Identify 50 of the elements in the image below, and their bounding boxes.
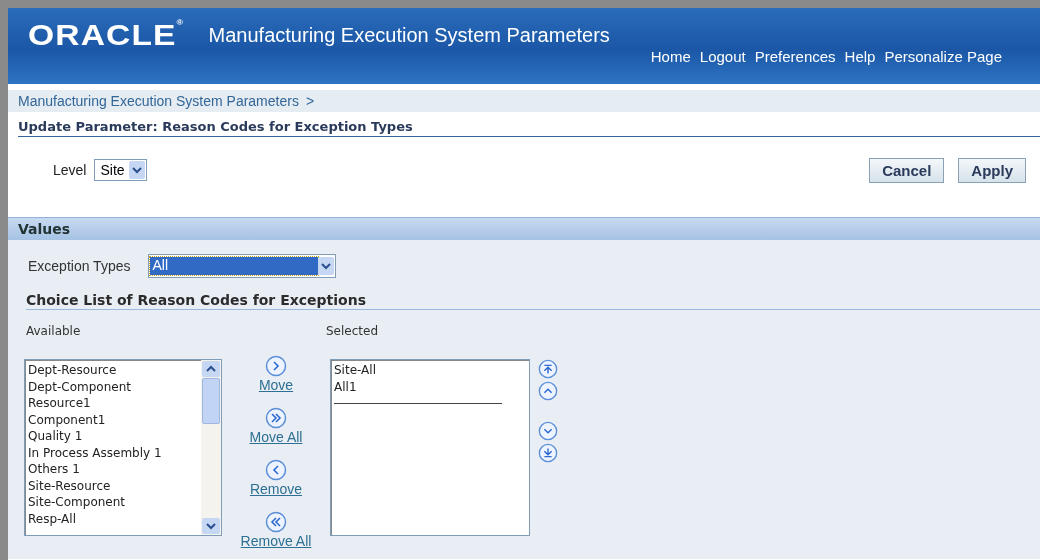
move-down-icon[interactable]	[538, 421, 558, 441]
global-link[interactable]: Help	[844, 48, 876, 65]
global-link[interactable]: Logout	[699, 48, 746, 65]
action-button[interactable]: Cancel	[869, 157, 945, 183]
exception-types-label: Exception Types	[28, 258, 131, 274]
global-link[interactable]: Home	[650, 48, 691, 65]
caret-icon	[131, 166, 142, 174]
breadcrumb-link[interactable]: Manufacturing Execution System Parameters	[18, 93, 299, 109]
scrollbar-thumb[interactable]	[202, 378, 220, 424]
level-label: Level	[53, 162, 87, 178]
scroll-down-icon[interactable]	[206, 522, 216, 530]
list-option[interactable]: Site-Component	[28, 494, 198, 511]
level-select[interactable]: Site	[94, 159, 147, 181]
exception-types-select[interactable]: All	[148, 254, 337, 278]
available-list[interactable]: Dept-Resource Dept-Component Resource1 Component1 Quality 1 In Process Assembly 1 Others 1 Site-Resource Site-Component Resp-All	[24, 359, 222, 536]
move-to-bottom-icon[interactable]	[538, 443, 558, 463]
list-option[interactable]: All1	[334, 378, 526, 395]
global-link[interactable]: Personalize Page	[884, 48, 1002, 65]
move-up-icon[interactable]	[538, 381, 558, 401]
move-to-top-icon[interactable]	[538, 359, 558, 379]
scroll-up-icon[interactable]	[206, 365, 216, 373]
list-option[interactable]: Quality 1	[28, 428, 198, 445]
global-link[interactable]: Preferences	[754, 48, 836, 65]
list-option[interactable]: Site-Resource	[28, 477, 198, 494]
subsection-title: Choice List of Reason Codes for Exceptions	[26, 292, 1040, 310]
list-option[interactable]: Others 1	[28, 461, 198, 478]
list-option[interactable]: Resp-All	[28, 510, 198, 527]
page-title: Update Parameter: Reason Codes for Exception Types	[18, 119, 1040, 137]
section-title: Values	[18, 221, 71, 237]
list-option[interactable]: Resource1	[28, 395, 198, 412]
shuttle-link[interactable]: Move	[258, 377, 294, 393]
scrollbar[interactable]	[201, 360, 221, 535]
shuttle-link[interactable]: Move All	[249, 429, 303, 445]
remove-icon[interactable]	[265, 459, 287, 481]
shuttle-link[interactable]: Remove	[249, 481, 303, 497]
list-option[interactable]: Site-All	[334, 362, 526, 379]
selected-list[interactable]: Site-All All1	[330, 359, 530, 536]
available-label: Available	[26, 324, 81, 338]
list-option[interactable]: In Process Assembly 1	[28, 444, 198, 461]
action-button[interactable]: Apply	[958, 157, 1026, 183]
selected-label: Selected	[326, 324, 379, 338]
list-option[interactable]: Component1	[28, 411, 198, 428]
list-option[interactable]: Dept-Resource	[28, 362, 198, 379]
breadcrumb-separator: >	[305, 93, 315, 109]
caret-icon	[321, 262, 332, 270]
move-icon[interactable]	[265, 355, 287, 377]
oracle-logo: ORACLE$^{®}$	[28, 18, 184, 52]
list-option[interactable]: Dept-Component	[28, 378, 198, 395]
app-title: Manufacturing Execution System Parameters	[208, 23, 610, 47]
shuttle-link[interactable]: Remove All	[240, 533, 312, 549]
